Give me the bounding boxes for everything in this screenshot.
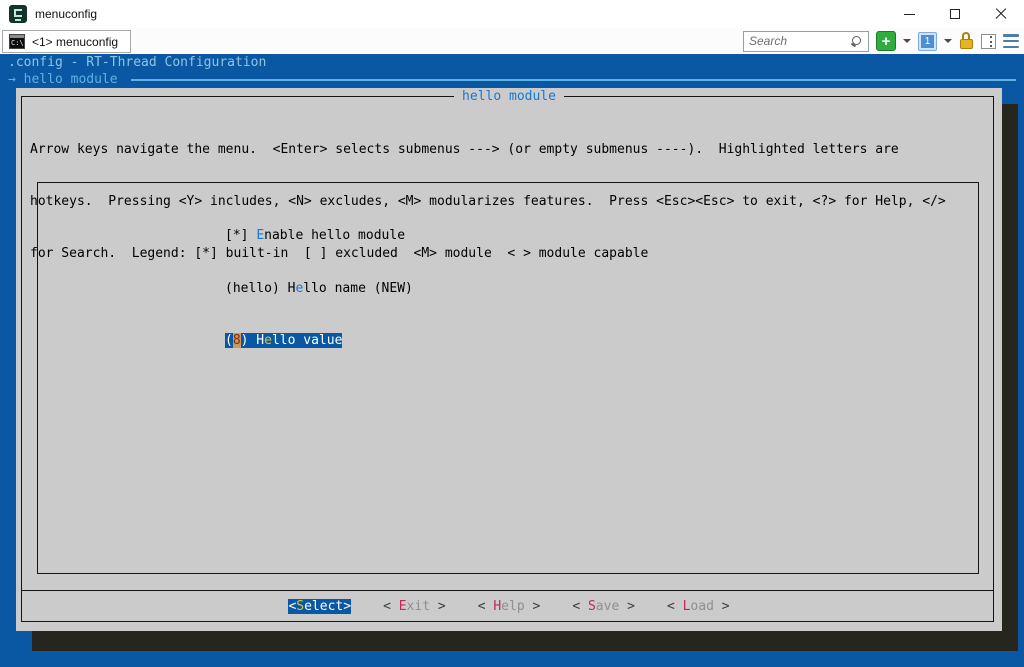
conemu-icon-base: [15, 19, 21, 21]
hotkey-letter: H: [493, 599, 501, 614]
maximize-icon: [950, 9, 960, 19]
menu-item-hello-name[interactable]: (hello) Hello name (NEW): [225, 280, 413, 298]
cmd-icon-text: C:\: [11, 39, 24, 47]
conemu-icon: [9, 5, 27, 23]
menu-item-hello-value[interactable]: (8) Hello value: [225, 332, 413, 350]
terminal-screen: .config - RT-Thread Configuration → hell…: [0, 54, 1024, 667]
hotkey-letter: E: [256, 228, 264, 243]
conemu-window: menuconfig C:\ <1> menuconfig: [0, 0, 1024, 667]
tab-bar: C:\ <1> menuconfig + 1: [0, 28, 1024, 54]
menu-button[interactable]: [1003, 34, 1019, 48]
window-title: menuconfig: [35, 7, 97, 21]
hotkey-letter: E: [399, 599, 407, 614]
menu-item-enable-hello-module[interactable]: [*] Enable hello module: [225, 227, 413, 245]
menu-items: [*] Enable hello module (hello) Hello na…: [225, 192, 413, 385]
hamburger-icon: [1003, 46, 1019, 49]
search-box: [743, 31, 869, 52]
new-console-dropdown-icon[interactable]: [903, 39, 911, 43]
window-number-button[interactable]: 1: [918, 32, 937, 51]
load-button[interactable]: < Load >: [667, 599, 730, 614]
cmd-icon-titlebar: [10, 35, 24, 38]
dialog-buttons: <Select> < Exit > < Help > < Save > < Lo…: [16, 596, 1002, 616]
tab-menuconfig[interactable]: C:\ <1> menuconfig: [2, 30, 131, 53]
search-input[interactable]: [744, 33, 844, 50]
hotkey-letter: S: [296, 599, 304, 614]
window-controls: [886, 0, 1024, 28]
breadcrumb-rule: [131, 79, 1016, 81]
split-window-button[interactable]: [981, 34, 996, 49]
hotkey-letter: e: [264, 333, 272, 348]
select-button[interactable]: <Select>: [288, 599, 351, 614]
new-console-button[interactable]: +: [876, 31, 896, 51]
title-bar: menuconfig: [0, 0, 1024, 28]
cmd-icon: C:\: [9, 34, 25, 49]
window-dropdown-icon[interactable]: [944, 39, 952, 43]
conemu-icon-glyph: [14, 9, 22, 17]
text-cursor: 8: [233, 333, 241, 348]
close-icon: [995, 8, 1007, 20]
close-button[interactable]: [978, 0, 1024, 28]
breadcrumb-text: → hello module: [8, 72, 125, 87]
hamburger-icon: [1003, 40, 1019, 43]
lock-button[interactable]: [959, 32, 974, 50]
hamburger-icon: [1003, 34, 1019, 37]
minimize-button[interactable]: [886, 0, 932, 28]
exit-button[interactable]: < Exit >: [383, 599, 446, 614]
save-button[interactable]: < Save >: [572, 599, 635, 614]
breadcrumb: → hello module: [8, 72, 1016, 87]
maximize-button[interactable]: [932, 0, 978, 28]
tab-label: <1> menuconfig: [32, 35, 118, 49]
window-number-label: 1: [921, 35, 934, 48]
button-separator: [21, 590, 994, 591]
plus-icon: +: [882, 34, 891, 49]
help-button[interactable]: < Help >: [478, 599, 541, 614]
config-header: .config - RT-Thread Configuration: [8, 55, 266, 70]
menu-box: [*] Enable hello module (hello) Hello na…: [37, 182, 979, 574]
minimize-icon: [904, 14, 915, 15]
dialog-title: hello module: [454, 89, 564, 104]
hotkey-letter: S: [588, 599, 596, 614]
search-icon[interactable]: [851, 35, 863, 48]
lock-icon-body: [960, 39, 973, 49]
help-line: Arrow keys navigate the menu. <Enter> se…: [30, 141, 946, 158]
tab-bar-tools: + 1: [743, 31, 1024, 52]
menuconfig-dialog: hello module Arrow keys navigate the men…: [16, 88, 1002, 631]
